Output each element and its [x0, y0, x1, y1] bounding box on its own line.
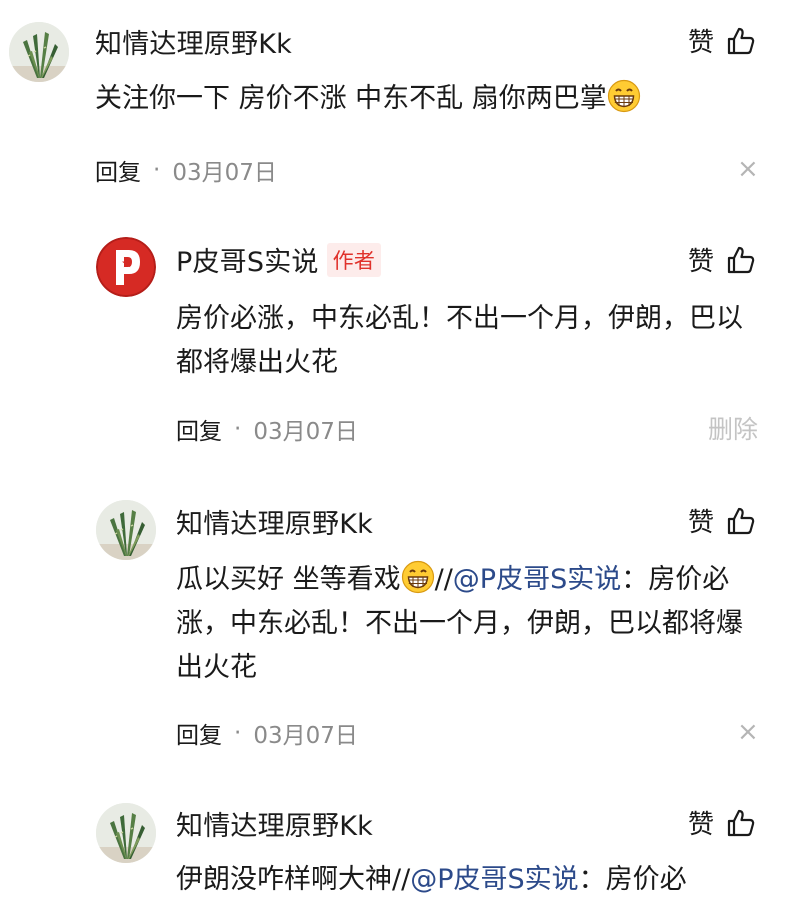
- avatar[interactable]: [9, 22, 69, 82]
- comment-text-line: 瓜以买好 坐等看戏 //@P皮哥S实说：房价必: [176, 558, 743, 602]
- avatar-image: [9, 22, 69, 82]
- meta-separator: ·: [153, 157, 161, 183]
- comment-text-line: 房价必涨，中东必乱！不出一个月，伊朗，巴以: [176, 303, 743, 334]
- mention-link[interactable]: @P皮哥S实说: [453, 564, 621, 595]
- grin-emoji-icon: [607, 79, 641, 113]
- comment-text-body: 伊朗没咋样啊大神: [176, 864, 392, 895]
- comment-date: 03月07日: [172, 160, 277, 186]
- like-label: 赞: [688, 508, 715, 538]
- repost-slashes: //: [434, 564, 453, 595]
- comment-text: 房价必涨，中东必乱！不出一个月，伊朗，巴以 都将爆出火花: [176, 297, 743, 385]
- comment-text-line: 伊朗没咋样啊大神//@P皮哥S实说：房价必: [176, 858, 687, 902]
- meta-separator: ·: [234, 416, 242, 442]
- comment-date: 03月07日: [253, 723, 358, 749]
- comment-meta: 回复 · 03月07日: [176, 412, 358, 446]
- comment-text-body: ：房价必: [621, 564, 730, 595]
- like-button[interactable]: 赞: [688, 22, 756, 59]
- avatar[interactable]: [96, 803, 156, 863]
- avatar-image: [96, 803, 156, 863]
- repost-slashes: //: [392, 864, 411, 895]
- comment-author[interactable]: P皮哥S实说 作者: [176, 240, 382, 279]
- comment-text: 瓜以买好 坐等看戏 //@P皮哥S实说：房价必 涨，中东必乱！不出一个月，伊朗，巴…: [176, 558, 743, 690]
- comment-text-body: 关注你一下 房价不涨 中东不乱 扇你两巴掌: [95, 83, 607, 114]
- like-label: 赞: [688, 28, 715, 58]
- reply-button[interactable]: 回复: [95, 153, 141, 187]
- thumbs-up-icon: [726, 245, 756, 275]
- reply-button[interactable]: 回复: [176, 412, 222, 446]
- author-badge: 作者: [326, 243, 382, 277]
- like-button[interactable]: 赞: [688, 804, 756, 841]
- comment-meta: 回复 · 03月07日: [176, 716, 358, 750]
- thumbs-up-icon: [726, 506, 756, 536]
- comment-author[interactable]: 知情达理原野Kk: [95, 22, 292, 61]
- comment-text-body: ：房价必: [578, 864, 687, 895]
- like-button[interactable]: 赞: [688, 241, 756, 278]
- close-icon[interactable]: ×: [737, 717, 759, 747]
- grin-emoji-icon: [401, 560, 435, 594]
- comment-date: 03月07日: [253, 419, 358, 445]
- like-label: 赞: [688, 810, 715, 840]
- like-button[interactable]: 赞: [688, 502, 756, 539]
- comment-author[interactable]: 知情达理原野Kk: [176, 502, 373, 541]
- close-icon[interactable]: ×: [737, 154, 759, 184]
- comment-meta: 回复 · 03月07日: [95, 153, 277, 187]
- comment-text: 伊朗没咋样啊大神//@P皮哥S实说：房价必: [176, 858, 687, 902]
- comment-text: 关注你一下 房价不涨 中东不乱 扇你两巴掌: [95, 77, 641, 121]
- delete-button[interactable]: 删除: [708, 410, 758, 446]
- thumbs-up-icon: [726, 808, 756, 838]
- avatar[interactable]: [96, 237, 156, 297]
- avatar[interactable]: [96, 500, 156, 560]
- author-name: P皮哥S实说: [176, 247, 319, 278]
- meta-separator: ·: [234, 720, 242, 746]
- p-logo-avatar-icon: [96, 237, 156, 297]
- like-label: 赞: [688, 247, 715, 277]
- reply-button[interactable]: 回复: [176, 716, 222, 750]
- mention-link[interactable]: @P皮哥S实说: [410, 864, 578, 895]
- comment-text-line: 都将爆出火花: [176, 347, 338, 378]
- comment-text-line: 涨，中东必乱！不出一个月，伊朗，巴以都将爆: [176, 608, 743, 639]
- comment-author[interactable]: 知情达理原野Kk: [176, 804, 373, 843]
- avatar-image: [96, 500, 156, 560]
- thumbs-up-icon: [726, 26, 756, 56]
- comment-text-line: 出火花: [176, 652, 257, 683]
- comment-text-body: 瓜以买好 坐等看戏: [176, 564, 401, 595]
